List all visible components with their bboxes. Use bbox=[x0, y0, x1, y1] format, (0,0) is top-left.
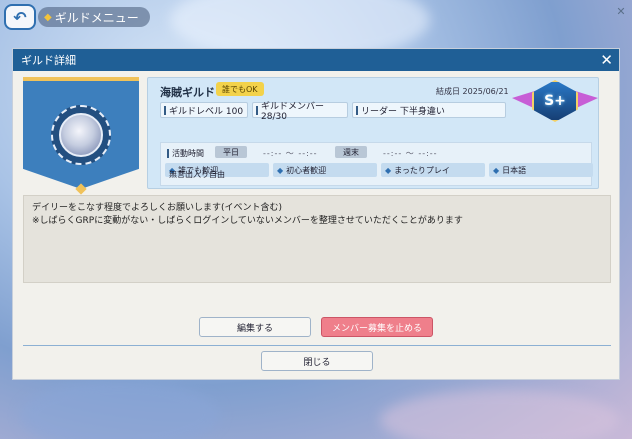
tag-icon: ◆ bbox=[385, 165, 392, 175]
guild-rank-emblem: S+ bbox=[512, 76, 598, 128]
background-glow bbox=[380, 390, 620, 439]
back-arrow-icon: ↶ bbox=[13, 7, 27, 27]
guild-icon-frame bbox=[51, 105, 111, 165]
edit-button-label: 編集する bbox=[236, 323, 273, 334]
tag-chip: ◆ 日本語 bbox=[489, 163, 593, 177]
close-button-label: 閉じる bbox=[303, 357, 331, 368]
tag-label: 初心者歓迎 bbox=[286, 165, 327, 175]
rank-badge: S+ bbox=[532, 80, 578, 122]
activity-label: 活動時間 bbox=[167, 148, 204, 159]
rank-text: S+ bbox=[544, 93, 566, 109]
guild-members-text: ギルドメンバー 28/30 bbox=[261, 101, 325, 122]
weekday-time: --:-- ～ --:-- bbox=[263, 149, 318, 158]
weekend-time: --:-- ～ --:-- bbox=[383, 149, 438, 158]
background-glow bbox=[20, 380, 220, 439]
divider bbox=[23, 345, 611, 346]
top-close-icon[interactable]: ✕ bbox=[614, 5, 628, 18]
weekday-label: 平日 bbox=[215, 146, 247, 158]
close-icon[interactable]: ✕ bbox=[600, 51, 613, 69]
stop-recruit-button-label: メンバー募集を止める bbox=[331, 323, 422, 334]
tag-icon: ◆ bbox=[493, 165, 500, 175]
tag-label: まったりプレイ bbox=[394, 165, 450, 175]
emblem-trim bbox=[23, 77, 139, 81]
guild-members: ギルドメンバー 28/30 bbox=[252, 102, 348, 122]
back-button[interactable]: ↶ bbox=[4, 4, 36, 30]
guild-name: 海賊ギルド bbox=[160, 86, 215, 99]
description-line: ※しばらくGRPに変動がない・しばらくログインしていないメンバーを整理させていた… bbox=[32, 216, 463, 226]
avatar bbox=[59, 113, 103, 157]
stop-recruit-button[interactable]: メンバー募集を止める bbox=[321, 317, 433, 337]
edit-button[interactable]: 編集する bbox=[199, 317, 311, 337]
weekend-label: 週末 bbox=[335, 146, 367, 158]
tag-label: 日本語 bbox=[502, 165, 527, 175]
guild-detail-dialog: ギルド詳細 ✕ 海賊ギルド 誰でもOK 結成日 2025/06/21 ギルドレベ… bbox=[12, 48, 620, 380]
menu-title: ◆ ギルドメニュー bbox=[38, 7, 150, 27]
guild-level-text: ギルドレベル 100 bbox=[169, 106, 244, 117]
tag-chip: ◆ 初心者歓迎 bbox=[273, 163, 377, 177]
close-button[interactable]: 閉じる bbox=[261, 351, 373, 371]
guild-description: デイリーをこなす程度でよろしくお願いします(イベント含む) ※しばらくGRPに変… bbox=[23, 195, 611, 283]
join-policy: 無言出入り自由 bbox=[169, 170, 225, 179]
guild-leader: リーダー 下半身違い bbox=[352, 102, 506, 118]
founded-date: 結成日 2025/06/21 bbox=[436, 87, 509, 96]
guild-level: ギルドレベル 100 bbox=[160, 102, 248, 118]
join-badge: 誰でもOK bbox=[216, 82, 264, 96]
tag-chip: ◆ まったりプレイ bbox=[381, 163, 485, 177]
menu-title-text: ギルドメニュー bbox=[54, 10, 139, 25]
dialog-title: ギルド詳細 bbox=[21, 54, 76, 67]
guild-leader-text: リーダー 下半身違い bbox=[361, 106, 445, 117]
dialog-header: ギルド詳細 ✕ bbox=[13, 49, 619, 71]
diamond-icon: ◆ bbox=[44, 11, 52, 23]
tag-icon: ◆ bbox=[277, 165, 284, 175]
description-line: デイリーをこなす程度でよろしくお願いします(イベント含む) bbox=[32, 203, 283, 213]
